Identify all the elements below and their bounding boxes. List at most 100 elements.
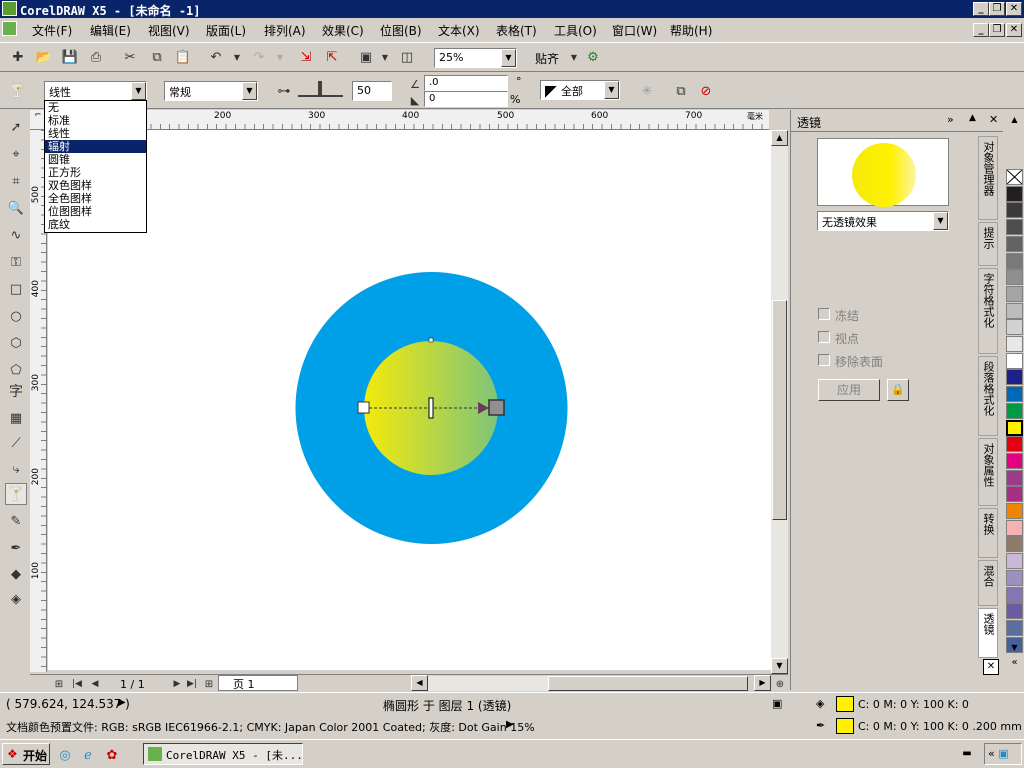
zoom-tool-icon[interactable]: 🔍: [5, 197, 27, 219]
option-square[interactable]: 正方形: [45, 166, 146, 179]
ie-icon[interactable]: ◎: [56, 746, 74, 764]
menu-file[interactable]: 文件(F): [32, 22, 72, 39]
menu-table[interactable]: 表格(T): [496, 22, 537, 39]
option-texture[interactable]: 底纹: [45, 218, 146, 231]
tray-app-icon[interactable]: ▣: [998, 747, 1008, 760]
expand-arrow-icon[interactable]: ▶: [118, 697, 126, 708]
doc-minimize-button[interactable]: _: [973, 23, 989, 37]
dimension-tool-icon[interactable]: ⟋: [5, 432, 27, 454]
option-radial[interactable]: 辐射: [45, 140, 146, 153]
tab-transformations[interactable]: 转换: [978, 508, 998, 558]
start-button[interactable]: ❖ 开始: [2, 743, 50, 765]
last-page-icon[interactable]: ▶|: [183, 675, 201, 693]
docker-close-icon[interactable]: ✕: [989, 113, 998, 126]
launcher-dropdown-icon[interactable]: ▼: [376, 48, 394, 66]
collapse-icon[interactable]: ▲: [969, 113, 976, 123]
palette-swatch[interactable]: [1006, 352, 1023, 369]
lens-effect-select[interactable]: 无透镜效果 ▼: [817, 211, 949, 231]
palette-swatch[interactable]: [1006, 619, 1023, 636]
option-none[interactable]: 无: [45, 101, 146, 114]
horizontal-scroll-track[interactable]: [428, 676, 748, 691]
palette-swatch[interactable]: [1006, 469, 1023, 486]
print-icon[interactable]: ⎙: [87, 48, 105, 66]
vertical-scrollbar[interactable]: ▲ ▼: [771, 130, 788, 675]
option-bitmap-pattern[interactable]: 位图图样: [45, 205, 146, 218]
palette-swatch[interactable]: [1006, 452, 1023, 469]
transparency-midpoint-handle[interactable]: [428, 397, 434, 419]
freehand-tool-icon[interactable]: ∿: [5, 224, 27, 246]
palette-swatch[interactable]: [1006, 486, 1023, 503]
menu-help[interactable]: 帮助(H): [670, 22, 712, 39]
menu-edit[interactable]: 编辑(E): [90, 22, 131, 39]
palette-swatch[interactable]: [1006, 519, 1023, 536]
option-linear[interactable]: 线性: [45, 127, 146, 140]
transparency-type-select[interactable]: 线性 ▼: [44, 81, 147, 101]
document-color-profile[interactable]: 文档颜色预置文件: RGB: sRGB IEC61966-2.1; CMYK: …: [6, 719, 535, 735]
zoom-level-select[interactable]: 25% ▼: [434, 48, 517, 68]
slider-thumb[interactable]: [318, 81, 322, 95]
tab-character-formatting[interactable]: 字符格式化: [978, 268, 998, 354]
snap-status-icon[interactable]: ▣: [772, 697, 782, 710]
menu-view[interactable]: 视图(V): [148, 22, 190, 39]
palette-swatch[interactable]: [1006, 185, 1023, 202]
page-tab[interactable]: 页 1: [218, 675, 298, 691]
palette-swatch[interactable]: [1006, 603, 1023, 620]
remove-face-checkbox[interactable]: [818, 354, 830, 366]
expand-icon[interactable]: »: [947, 113, 954, 126]
palette-swatch[interactable]: [1006, 436, 1023, 453]
table-tool-icon[interactable]: ▦: [5, 407, 27, 429]
paste-icon[interactable]: 📋: [174, 48, 192, 66]
option-full-color-pattern[interactable]: 全色图样: [45, 192, 146, 205]
open-icon[interactable]: 📂: [35, 48, 53, 66]
palette-swatch[interactable]: [1006, 219, 1023, 236]
welcome-screen-icon[interactable]: ◫: [398, 48, 416, 66]
lock-icon[interactable]: 🔒: [887, 379, 909, 401]
angle-input[interactable]: .0: [424, 75, 508, 91]
tab-blend[interactable]: 混合: [978, 560, 998, 606]
palette-scroll-up-icon[interactable]: ▲: [1006, 115, 1023, 127]
application-launcher-icon[interactable]: ▣: [357, 48, 375, 66]
apply-button[interactable]: 应用: [818, 379, 880, 401]
quicklaunch-app-icon[interactable]: ✿: [103, 746, 121, 764]
freeze-checkbox[interactable]: [818, 308, 830, 320]
scroll-left-icon[interactable]: ◀: [411, 675, 428, 691]
ellipse-tool-icon[interactable]: ○: [5, 305, 27, 327]
navigator-icon[interactable]: ⊕: [771, 675, 789, 693]
palette-swatch[interactable]: [1006, 319, 1023, 336]
transparency-end-handle[interactable]: [488, 399, 505, 416]
palette-swatch[interactable]: [1006, 503, 1023, 519]
text-tool-icon[interactable]: 字: [5, 380, 27, 402]
palette-swatch[interactable]: [1006, 302, 1023, 319]
midpoint-input[interactable]: 50: [352, 81, 392, 101]
outline-tool-icon[interactable]: ✒: [5, 537, 27, 559]
maximize-button[interactable]: ❐: [989, 2, 1005, 16]
menu-effects[interactable]: 效果(C): [322, 22, 364, 39]
pick-tool-icon[interactable]: ➚: [5, 116, 27, 138]
add-page-icon[interactable]: ⊞: [50, 675, 68, 693]
interactive-fill-tool-icon[interactable]: ◈: [5, 588, 27, 610]
copy-transparency-icon[interactable]: ⧉: [672, 82, 690, 100]
palette-swatch[interactable]: [1006, 586, 1023, 603]
palette-swatch[interactable]: [1006, 235, 1023, 252]
redo-icon[interactable]: ↷: [250, 48, 268, 66]
crop-tool-icon[interactable]: ⌗: [5, 170, 27, 192]
transparency-start-handle[interactable]: [357, 401, 370, 414]
tray-expand-icon[interactable]: «: [988, 747, 995, 760]
menu-layout[interactable]: 版面(L): [206, 22, 246, 39]
explorer-icon[interactable]: ℯ: [79, 746, 97, 764]
taskbar-app-button[interactable]: CorelDRAW X5 - [未...: [143, 743, 303, 765]
new-document-icon[interactable]: ✚: [9, 48, 27, 66]
doc-close-button[interactable]: ✕: [1006, 23, 1022, 37]
options-icon[interactable]: ⚙: [584, 48, 602, 66]
ime-icon[interactable]: ▬: [958, 743, 976, 765]
outline-color-swatch[interactable]: [836, 718, 854, 734]
palette-swatch[interactable]: [1006, 252, 1023, 269]
scroll-up-icon[interactable]: ▲: [771, 130, 788, 146]
menu-bitmaps[interactable]: 位图(B): [380, 22, 422, 39]
freeze-icon[interactable]: ✳: [638, 82, 656, 100]
export-icon[interactable]: ⇱: [323, 48, 341, 66]
clear-transparency-icon[interactable]: ⊘: [697, 82, 715, 100]
palette-swatch[interactable]: [1006, 285, 1023, 302]
polygon-tool-icon[interactable]: ⬡: [5, 332, 27, 354]
edge-pad-input[interactable]: 0: [424, 91, 508, 107]
